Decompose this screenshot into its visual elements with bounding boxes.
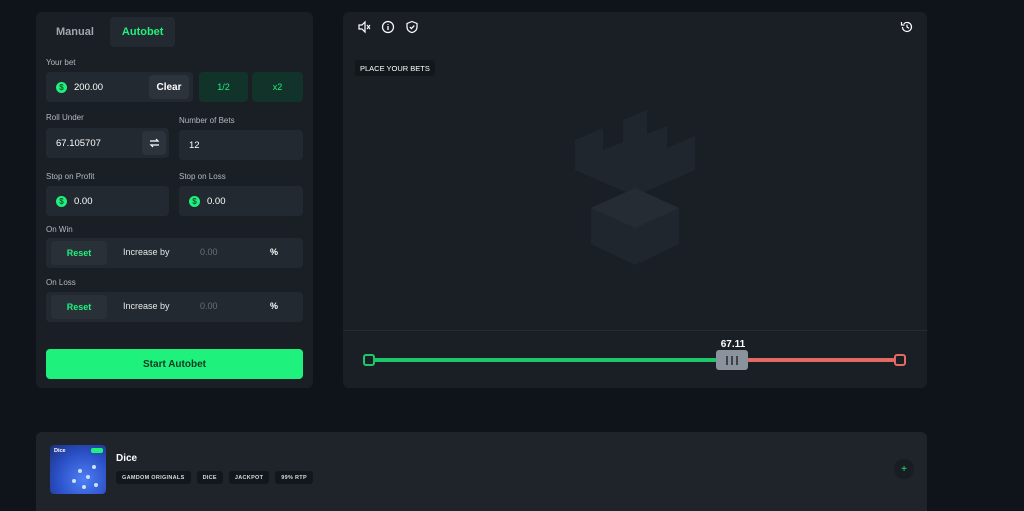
coin-icon: $ [189, 195, 200, 207]
on-loss-reset-button[interactable]: Reset [51, 295, 107, 319]
slider-min-handle [363, 354, 375, 366]
swap-icon[interactable] [142, 131, 166, 155]
tab-manual[interactable]: Manual [44, 17, 106, 47]
clear-button[interactable]: Clear [149, 75, 189, 99]
number-of-bets-value[interactable]: 12 [189, 140, 200, 151]
coin-icon: $ [56, 195, 67, 207]
on-loss-increase-label[interactable]: Increase by [123, 301, 170, 311]
on-win-increase-value[interactable]: 0.00 [200, 247, 218, 257]
coin-icon: $ [56, 81, 67, 93]
tab-autobet[interactable]: Autobet [109, 17, 176, 47]
stop-profit-field[interactable]: $ 0.00 [46, 186, 169, 216]
roll-under-label: Roll Under [46, 113, 84, 122]
info-icon[interactable] [381, 20, 395, 34]
history-icon[interactable] [900, 20, 914, 34]
shield-check-icon[interactable] [405, 20, 419, 34]
number-of-bets-label: Number of Bets [179, 116, 235, 125]
bet-amount-value[interactable]: 200.00 [74, 82, 103, 93]
number-of-bets-field[interactable]: 12 [179, 130, 303, 160]
slider-value: 67.11 [720, 339, 746, 350]
tag-chip: GAMDOM ORIGINALS [116, 471, 191, 484]
brand-watermark-icon [575, 110, 695, 270]
on-loss-percent: % [270, 301, 279, 311]
slider-max-handle [894, 354, 906, 366]
on-loss-label: On Loss [46, 278, 76, 287]
on-win-reset-button[interactable]: Reset [51, 241, 107, 265]
half-bet-button[interactable]: 1/2 [199, 72, 248, 102]
loss-track[interactable] [747, 358, 899, 362]
game-title: Dice [116, 453, 138, 464]
stop-profit-value[interactable]: 0.00 [74, 196, 93, 207]
game-toolbar [357, 20, 419, 34]
double-bet-button[interactable]: x2 [252, 72, 303, 102]
sound-icon[interactable] [357, 20, 371, 34]
roll-slider: 67.11 [343, 330, 927, 388]
on-win-increase-label[interactable]: Increase by [123, 247, 170, 257]
roll-under-value[interactable]: 67.105707 [56, 138, 101, 149]
place-bets-label: PLACE YOUR BETS [355, 60, 435, 76]
tag-chip: JACKPOT [228, 471, 270, 484]
game-tags: GAMDOM ORIGINALS DICE JACKPOT 99% RTP [116, 471, 313, 484]
slider-thumb[interactable] [716, 350, 748, 370]
on-loss-increase-value[interactable]: 0.00 [200, 301, 218, 311]
game-thumbnail[interactable]: Dice [50, 445, 106, 494]
stop-loss-value[interactable]: 0.00 [207, 196, 226, 207]
stop-loss-label: Stop on Loss [179, 172, 226, 181]
game-info-card: Dice Dice GAMDOM ORIGINALS DICE JACKPOT … [36, 432, 927, 511]
on-win-percent: % [270, 247, 279, 257]
stop-profit-label: Stop on Profit [46, 172, 95, 181]
tag-chip: 99% RTP [275, 471, 313, 484]
expand-plus-icon[interactable]: + [894, 459, 914, 479]
tag-chip: DICE [196, 471, 223, 484]
stop-loss-field[interactable]: $ 0.00 [179, 186, 303, 216]
bet-amount-label: Your bet [46, 58, 76, 67]
start-autobet-button[interactable]: Start Autobet [46, 349, 303, 379]
mode-tabs: Manual Autobet [44, 17, 305, 47]
game-area: PLACE YOUR BETS 67.11 [343, 12, 927, 388]
win-track[interactable] [369, 358, 717, 362]
on-win-label: On Win [46, 225, 73, 234]
